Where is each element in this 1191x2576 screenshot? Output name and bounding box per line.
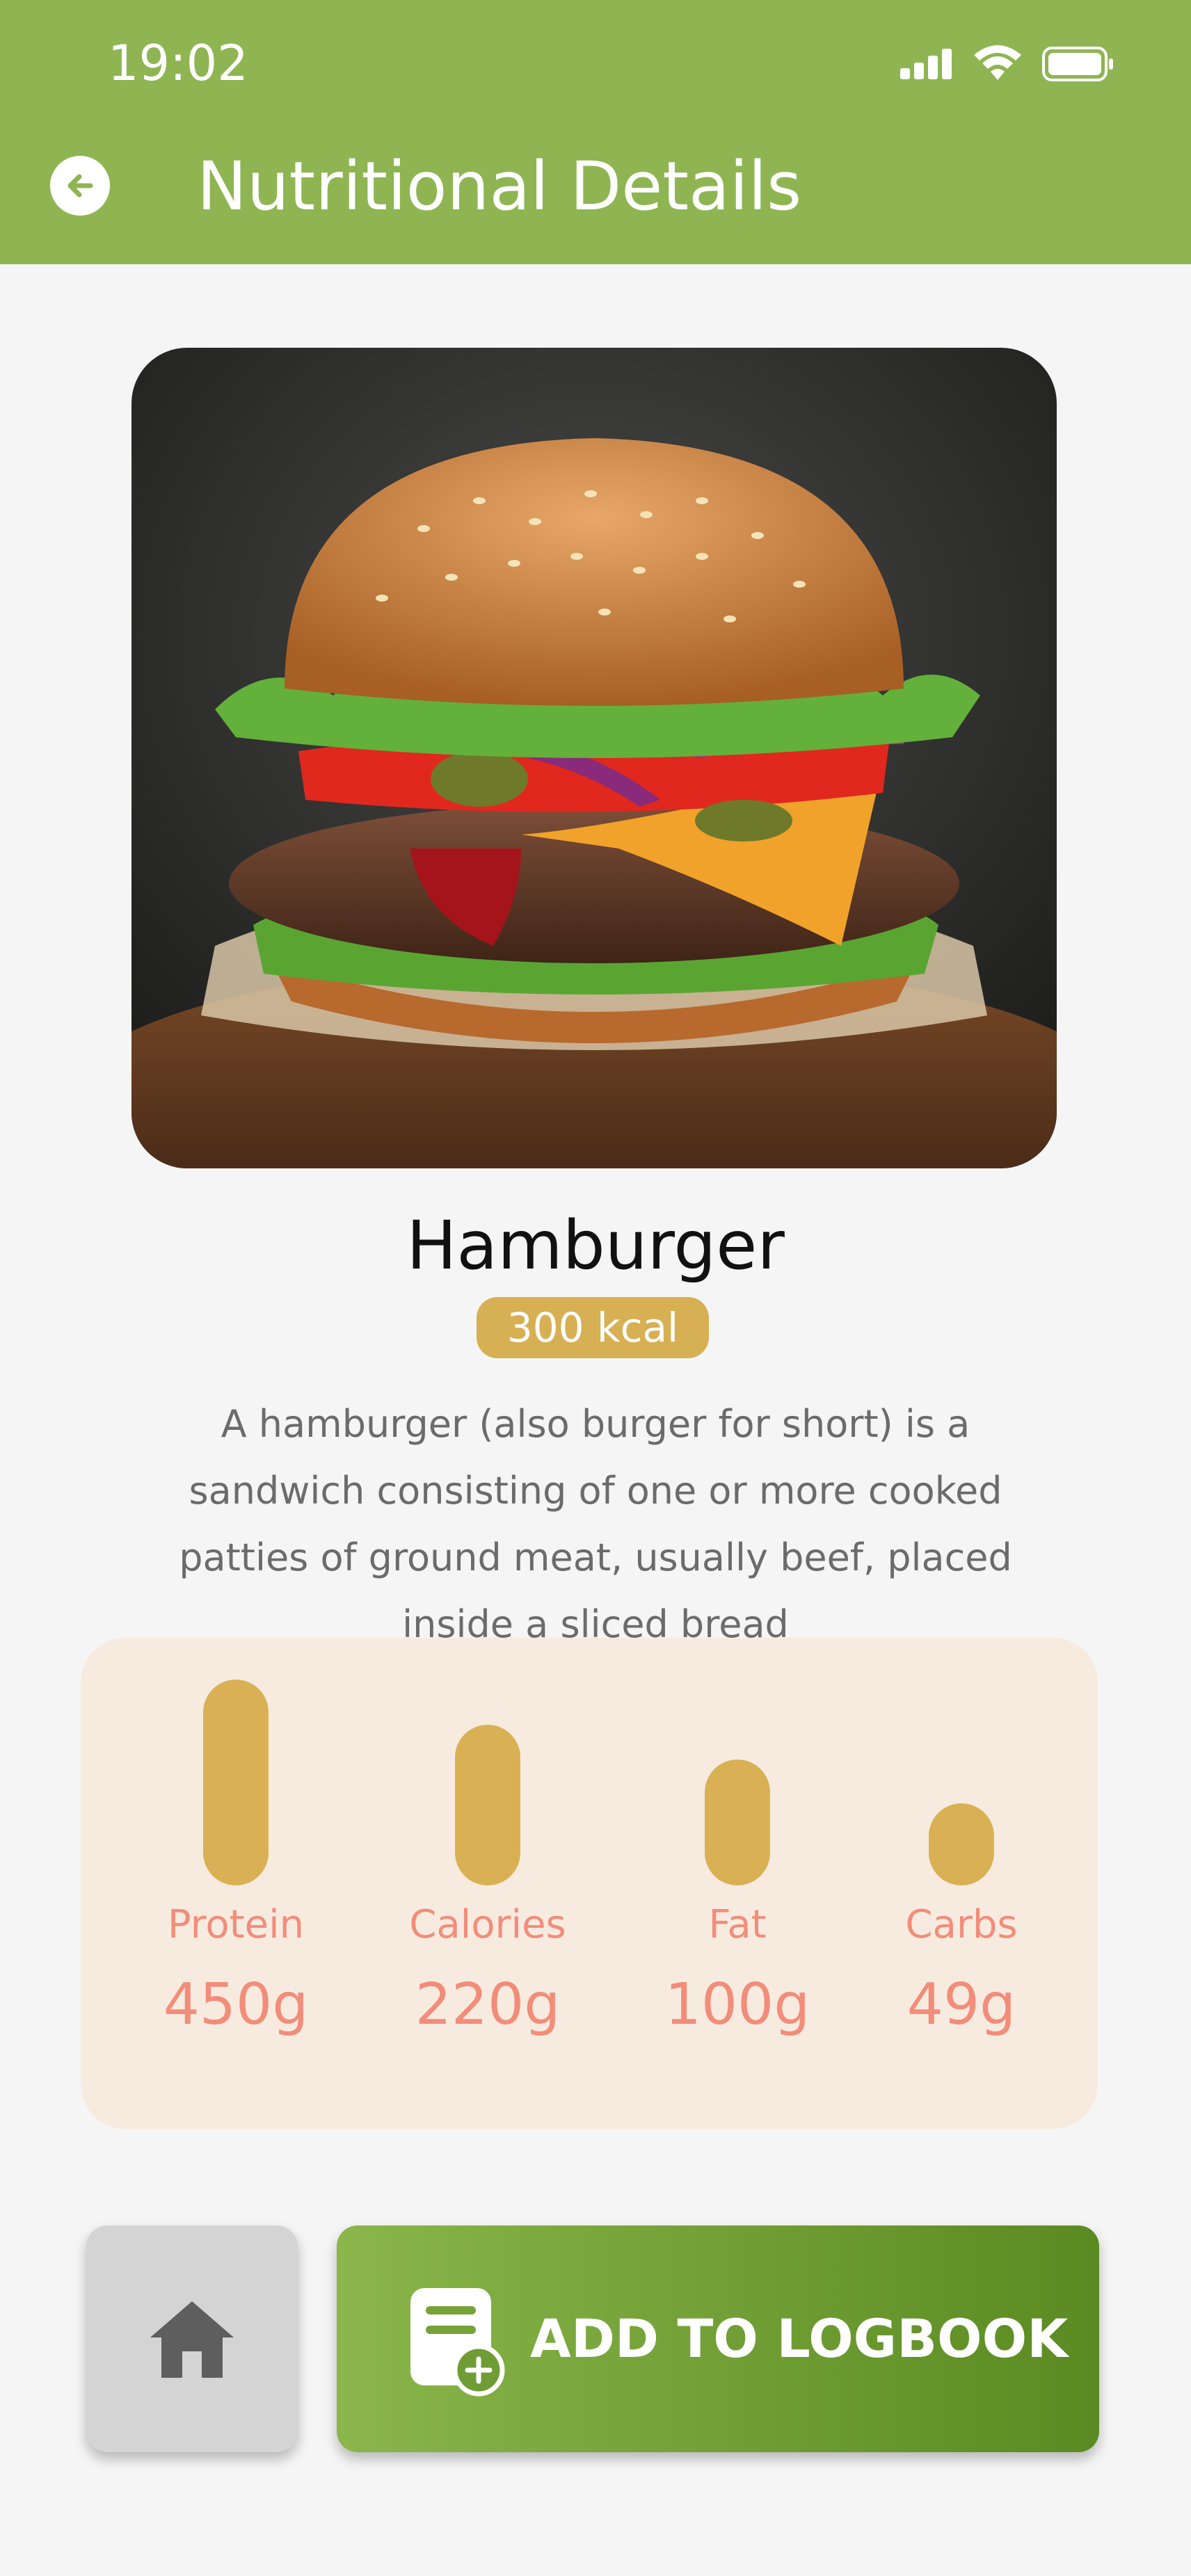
arrow-left-icon xyxy=(67,174,93,198)
nutrient-fat: Fat 100g xyxy=(647,1638,828,2129)
logbook-add-icon xyxy=(410,2288,505,2397)
add-to-logbook-button[interactable]: ADD TO LOGBOOK xyxy=(337,2225,1099,2452)
back-button[interactable] xyxy=(50,156,110,216)
nutrient-value: 450g xyxy=(163,1972,309,2038)
add-to-logbook-label: ADD TO LOGBOOK xyxy=(530,2308,1069,2369)
nutrient-bar xyxy=(455,1725,520,1885)
app-header: 19:02 Nutritional Details xyxy=(0,0,1191,264)
nutrient-panel: Protein 450g Calories 220g Fat 100g Carb… xyxy=(81,1638,1098,2129)
food-description: A hamburger (also burger for short) is a… xyxy=(179,1402,1012,1646)
page-title: Nutritional Details xyxy=(197,147,802,225)
food-image xyxy=(131,348,1057,1168)
nutrient-label: Calories xyxy=(409,1902,566,1947)
nutrient-calories: Calories 220g xyxy=(397,1638,578,2129)
nutrient-label: Protein xyxy=(167,1902,305,1947)
status-time: 19:02 xyxy=(108,35,248,92)
nutrient-protein: Protein 450g xyxy=(145,1638,326,2129)
battery-icon xyxy=(1042,47,1113,81)
nutrient-label: Fat xyxy=(708,1902,767,1947)
nutrient-carbs: Carbs 49g xyxy=(871,1638,1052,2129)
calories-badge: 300 kcal xyxy=(477,1297,709,1358)
wifi-icon xyxy=(974,45,1021,80)
status-icons xyxy=(900,45,1114,83)
nutrient-value: 49g xyxy=(906,1972,1016,2038)
nutrient-label: Carbs xyxy=(905,1902,1018,1947)
nutrient-bar xyxy=(203,1680,269,1885)
nutrient-bar xyxy=(705,1760,770,1885)
nutrient-bar xyxy=(929,1803,994,1885)
home-button[interactable] xyxy=(86,2225,298,2452)
nutrient-value: 100g xyxy=(664,1972,810,2038)
home-icon xyxy=(150,2301,234,2378)
food-name: Hamburger xyxy=(406,1207,785,1285)
signal-icon xyxy=(900,49,952,79)
nutrient-value: 220g xyxy=(415,1972,561,2038)
